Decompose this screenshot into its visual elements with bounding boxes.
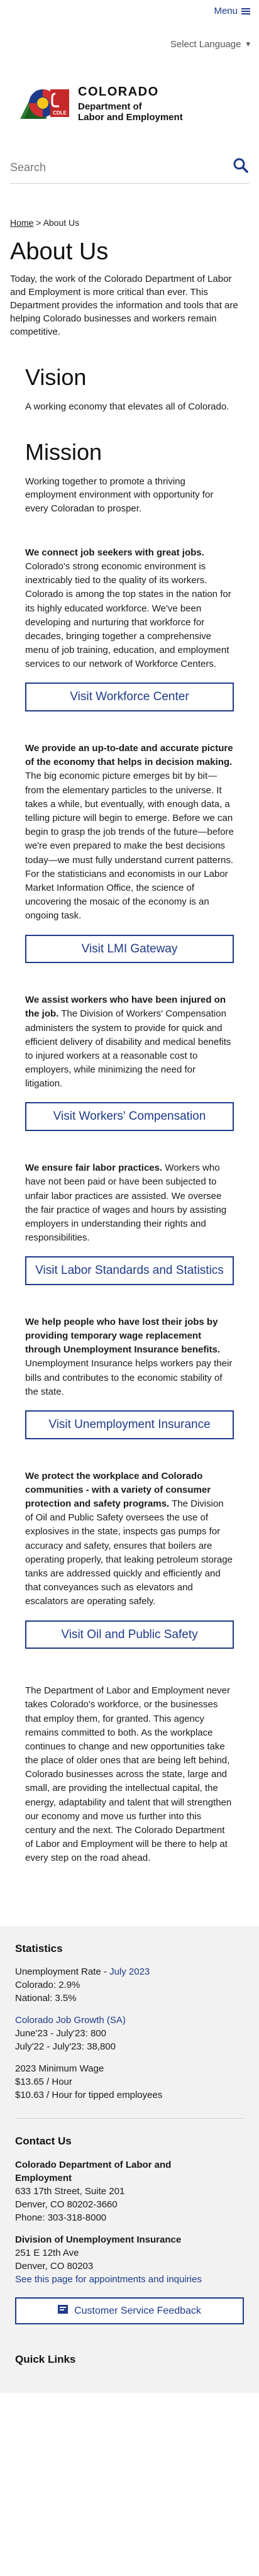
- breadcrumb: Home > About Us: [0, 184, 259, 229]
- menu-label: Menu: [214, 6, 238, 17]
- unemployment-national: National: 3.5%: [15, 1993, 77, 2004]
- ui-address-1: 251 E 12th Ave: [15, 2247, 79, 2258]
- minimum-wage-title: 2023 Minimum Wage: [15, 2063, 104, 2075]
- ui-contact: Division of Unemployment Insurance 251 E…: [15, 2233, 244, 2286]
- job-growth-month: June'23 - July'23: 800: [15, 2028, 106, 2039]
- closing-paragraph: The Department of Labor and Employment n…: [25, 1685, 232, 1864]
- section-lead: We ensure fair labor practices.: [25, 1163, 163, 1174]
- dept-contact: Colorado Department of Labor and Employm…: [15, 2158, 244, 2224]
- section-text: We provide an up-to-date and accurate pi…: [25, 742, 234, 923]
- language-select[interactable]: Select Language ▾: [0, 18, 259, 52]
- visit-labor-standards-button[interactable]: Visit Labor Standards and Statistics: [25, 1256, 234, 1285]
- footer-divider: [15, 2118, 244, 2119]
- unemployment-colorado: Colorado: 2.9%: [15, 1980, 80, 1991]
- dept-name: Colorado Department of Labor and: [15, 2159, 172, 2170]
- section-workers-comp: We assist workers who have been injured …: [0, 993, 259, 1132]
- section-lmi: We provide an up-to-date and accurate pi…: [0, 742, 259, 964]
- appointments-link[interactable]: See this page for appointments and inqui…: [15, 2274, 202, 2285]
- section-lead: We connect job seekers with great jobs.: [25, 547, 204, 558]
- section-text: We help people who have lost their jobs …: [25, 1315, 234, 1399]
- unemployment-date-link[interactable]: July 2023: [109, 1966, 150, 1977]
- language-label: Select Language: [170, 39, 241, 50]
- unemployment-label: Unemployment Rate -: [15, 1966, 110, 1978]
- section-lead: We provide an up-to-date and accurate pi…: [25, 743, 233, 768]
- hamburger-icon: [241, 8, 250, 14]
- page-title: About Us: [10, 238, 109, 265]
- section-text: We protect the workplace and Colorado co…: [25, 1469, 234, 1609]
- search-input[interactable]: Search: [10, 159, 46, 176]
- mission-block: Mission Working together to promote a th…: [0, 438, 259, 515]
- section-body: The big economic picture emerges bit by …: [25, 771, 234, 922]
- section-text: We assist workers who have been injured …: [25, 993, 234, 1091]
- section-body: The Division of Oil and Public Safety ov…: [25, 1498, 233, 1607]
- visit-workforce-center-button[interactable]: Visit Workforce Center: [25, 683, 234, 712]
- dept-phone: Phone: 303-318-8000: [15, 2212, 107, 2223]
- minimum-wage-value: $13.65 / Hour: [15, 2077, 72, 2088]
- dept-address-2: Denver, CO 80202-3660: [15, 2199, 118, 2210]
- top-bar: Menu: [0, 0, 259, 18]
- section-unemployment: We help people who have lost their jobs …: [0, 1315, 259, 1439]
- vision-block: Vision A working economy that elevates a…: [0, 364, 259, 413]
- site-footer: Statistics Unemployment Rate - July 2023…: [0, 1926, 259, 2393]
- site-logo[interactable]: CDLE COLORADO Department of Labor and Em…: [0, 52, 259, 127]
- logo-subtitle-1: Department of: [78, 101, 142, 112]
- statistics-heading: Statistics: [15, 1942, 63, 1954]
- logo-subtitle-2: Labor and Employment: [78, 112, 183, 123]
- section-text: We ensure fair labor practices. Workers …: [25, 1161, 234, 1245]
- chevron-down-icon: ▾: [246, 39, 250, 49]
- logo-title: COLORADO: [78, 85, 159, 99]
- contact-heading: Contact Us: [15, 2135, 72, 2148]
- breadcrumb-home-link[interactable]: Home: [10, 218, 33, 228]
- job-growth-stats: Colorado Job Growth (SA) June'23 - July'…: [15, 2014, 244, 2053]
- section-body: Workers who have not been paid or have b…: [25, 1163, 227, 1244]
- search-bar[interactable]: Search: [10, 157, 249, 184]
- quick-links-heading: Quick Links: [15, 2353, 76, 2366]
- logo-badge: CDLE: [53, 110, 67, 116]
- section-text: We connect job seekers with great jobs. …: [25, 546, 234, 672]
- vision-text: A working economy that elevates all of C…: [25, 401, 229, 412]
- job-growth-year: July'22 - July'23: 38,800: [15, 2041, 116, 2053]
- section-labor-standards: We ensure fair labor practices. Workers …: [0, 1161, 259, 1285]
- logo-text: COLORADO Department of Labor and Employm…: [78, 83, 183, 123]
- visit-lmi-gateway-button[interactable]: Visit LMI Gateway: [25, 934, 234, 964]
- unemployment-stats: Unemployment Rate - July 2023 Colorado: …: [15, 1965, 244, 2005]
- ui-address-2: Denver, CO 80203: [15, 2260, 94, 2272]
- menu-button[interactable]: Menu: [214, 4, 250, 18]
- ui-division-name: Division of Unemployment Insurance: [15, 2234, 182, 2245]
- visit-unemployment-insurance-button[interactable]: Visit Unemployment Insurance: [25, 1410, 234, 1439]
- feedback-label: Customer Service Feedback: [74, 2305, 201, 2316]
- section-workforce: We connect job seekers with great jobs. …: [0, 546, 259, 712]
- breadcrumb-separator: >: [36, 217, 41, 228]
- dept-name-2: Employment: [15, 2172, 72, 2183]
- colorado-logo-icon: CDLE: [18, 84, 72, 123]
- section-lead: We help people who have lost their jobs …: [25, 1316, 221, 1356]
- minimum-wage-stats: 2023 Minimum Wage $13.65 / Hour $10.63 /…: [15, 2062, 244, 2102]
- visit-workers-compensation-button[interactable]: Visit Workers' Compensation: [25, 1102, 234, 1132]
- visit-oil-public-safety-button[interactable]: Visit Oil and Public Safety: [25, 1620, 234, 1649]
- search-icon[interactable]: [233, 157, 249, 178]
- section-body: Colorado's strong economic environment i…: [25, 560, 231, 670]
- customer-feedback-button[interactable]: Customer Service Feedback: [15, 2297, 244, 2325]
- section-oil-public-safety: We protect the workplace and Colorado co…: [0, 1469, 259, 1649]
- feedback-icon: [58, 2304, 69, 2318]
- section-body: The Division of Workers' Compensation ad…: [25, 1008, 231, 1090]
- breadcrumb-current: About Us: [43, 217, 80, 228]
- intro-paragraph: Today, the work of the Colorado Departme…: [10, 274, 238, 338]
- mission-heading: Mission: [25, 439, 102, 466]
- dept-address-1: 633 17th Street, Suite 201: [15, 2185, 125, 2197]
- section-body: Unemployment Insurance helps workers pay…: [25, 1358, 233, 1397]
- mission-text: Working together to promote a thriving e…: [25, 476, 214, 515]
- vision-heading: Vision: [25, 364, 87, 391]
- minimum-wage-tipped: $10.63 / Hour for tipped employees: [15, 2090, 163, 2101]
- job-growth-link[interactable]: Colorado Job Growth (SA): [15, 2015, 126, 2026]
